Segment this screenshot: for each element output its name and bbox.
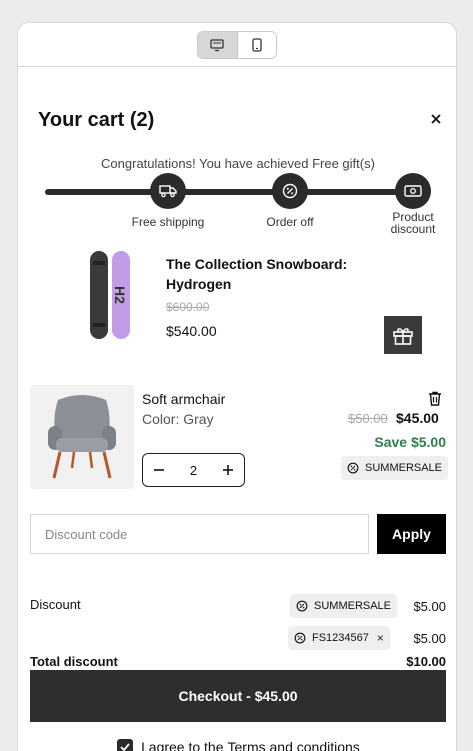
discount-badge-icon [296,600,308,612]
percent-badge-icon [282,183,298,199]
cart-title: Your cart (2) [38,109,155,131]
plus-icon [222,465,233,475]
terms-agreement: I agree to the Terms and conditions [117,739,360,751]
item-title[interactable]: Soft armchair [142,391,225,407]
trash-icon[interactable] [428,391,444,407]
item-variant: Color: Gray [142,411,214,427]
quantity-increase-button[interactable] [220,462,236,478]
applied-discount-amount: $5.00 [413,599,446,614]
item-original-price: $50.00 [348,411,388,426]
preview-frame: Your cart (2) Congratulations! You have … [17,22,457,751]
quantity-stepper: 2 [142,453,245,487]
snowboard-image: H2 [88,251,133,339]
item-price: $45.00 [396,410,439,426]
total-discount-amount: $10.00 [406,654,446,669]
mobile-icon [252,38,262,52]
discount-badge-icon [294,632,306,644]
item-discount-code: SUMMERSALE [365,462,443,474]
milestone-label-product-discount: Product discount [373,211,453,235]
checkmark-icon [120,743,130,751]
applied-discount-code: SUMMERSALE [314,600,392,612]
item-savings: Save $5.00 [374,434,446,450]
ticket-icon [404,185,422,197]
device-toggle [197,31,277,59]
applied-discount-chip: FS1234567 × [288,626,390,650]
preview-toolbar [18,23,456,67]
svg-text:H2: H2 [112,286,128,304]
close-icon[interactable] [428,111,444,127]
item-original-price: $600.00 [166,300,210,314]
quantity-decrease-button[interactable] [151,462,167,478]
milestone-product-discount [395,173,431,209]
discount-code-input[interactable] [30,514,369,554]
gift-icon [393,328,413,345]
applied-discount-chip: SUMMERSALE [290,594,398,618]
milestone-label-order-off: Order off [266,215,314,229]
terms-prefix: I agree to the [141,739,224,751]
quantity-value[interactable]: 2 [190,463,197,478]
truck-icon [159,185,177,198]
discount-badge-icon [347,462,359,474]
discount-label: Discount [30,597,81,612]
gift-progress-message: Congratulations! You have achieved Free … [101,156,375,171]
mobile-view-button[interactable] [238,32,277,58]
milestone-label-free-shipping: Free shipping [131,215,205,229]
total-discount-label: Total discount [30,654,118,669]
milestone-free-shipping [150,173,186,209]
milestone-label-line2: discount [390,222,436,236]
applied-discount-code: FS1234567 [312,632,369,644]
item-discount-chip: SUMMERSALE [341,456,449,480]
gift-button[interactable] [384,316,422,354]
milestone-order-off [272,173,308,209]
desktop-view-button[interactable] [198,32,238,58]
desktop-icon [210,38,224,51]
applied-discount-amount: $5.00 [413,631,446,646]
cart-drawer: Your cart (2) Congratulations! You have … [18,67,456,751]
terms-link[interactable]: Terms and conditions [228,739,360,751]
terms-checkbox[interactable] [117,739,133,751]
armchair-image [30,385,134,489]
gift-progress-bar [45,189,427,195]
remove-discount-button[interactable]: × [377,631,384,645]
item-title[interactable]: The Collection Snowboard: Hydrogen [166,254,366,294]
checkout-button[interactable]: Checkout - $45.00 [30,670,446,722]
item-price: $540.00 [166,323,217,339]
minus-icon [154,469,164,471]
apply-button[interactable]: Apply [377,514,446,554]
